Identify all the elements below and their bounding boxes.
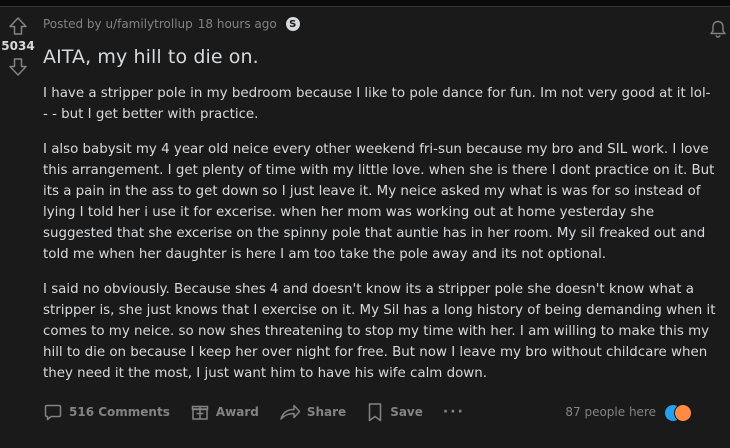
save-button[interactable]: Save (366, 397, 423, 427)
post-paragraph: I also babysit my 4 year old neice every… (43, 142, 715, 262)
post-title[interactable]: AITA, my hill to die on. (43, 44, 730, 70)
post-paragraph: I have a stripper pole in my bedroom bec… (43, 86, 711, 122)
post-meta: Posted by u/familytrollup 18 hours ago S (43, 16, 730, 32)
presence-count: 87 people here (565, 405, 656, 419)
post-paragraph: I said no obviously. Because shes 4 and … (43, 282, 716, 381)
post-author[interactable]: Posted by u/familytrollup (43, 17, 193, 31)
arrow-down-icon (9, 58, 27, 76)
notification-button[interactable] (708, 19, 730, 41)
post-action-bar: 516 Comments Award Share Save ··· 87 peo… (43, 397, 694, 427)
comment-icon (44, 404, 62, 421)
avatar (674, 404, 692, 422)
share-arrow-icon (280, 404, 301, 420)
post-content: Posted by u/familytrollup 18 hours ago S… (43, 7, 730, 398)
post-body: I have a stripper pole in my bedroom bec… (43, 83, 730, 384)
award-badge-icon[interactable]: S (285, 17, 300, 31)
vote-column: 5034 (0, 7, 36, 448)
upvote-button[interactable] (7, 15, 29, 37)
more-options-button[interactable]: ··· (443, 397, 465, 427)
post-time[interactable]: 18 hours ago (198, 17, 277, 31)
presence-indicator: 87 people here (565, 401, 694, 423)
gift-icon (191, 405, 209, 420)
save-label: Save (390, 405, 423, 419)
vote-score: 5034 (1, 39, 35, 53)
comments-count: 516 Comments (69, 405, 170, 419)
bell-icon (710, 20, 726, 38)
post-card: 5034 Posted by u/familytrollup 18 hours … (0, 6, 730, 448)
bookmark-icon (368, 403, 382, 422)
award-button[interactable]: Award (190, 397, 259, 427)
presence-avatars (662, 401, 694, 423)
downvote-button[interactable] (7, 56, 29, 78)
share-label: Share (306, 405, 347, 419)
comments-button[interactable]: 516 Comments (43, 397, 170, 427)
share-button[interactable]: Share (279, 397, 346, 427)
ellipsis-icon: ··· (442, 404, 465, 420)
award-label: Award (215, 405, 259, 419)
arrow-up-icon (9, 17, 27, 35)
